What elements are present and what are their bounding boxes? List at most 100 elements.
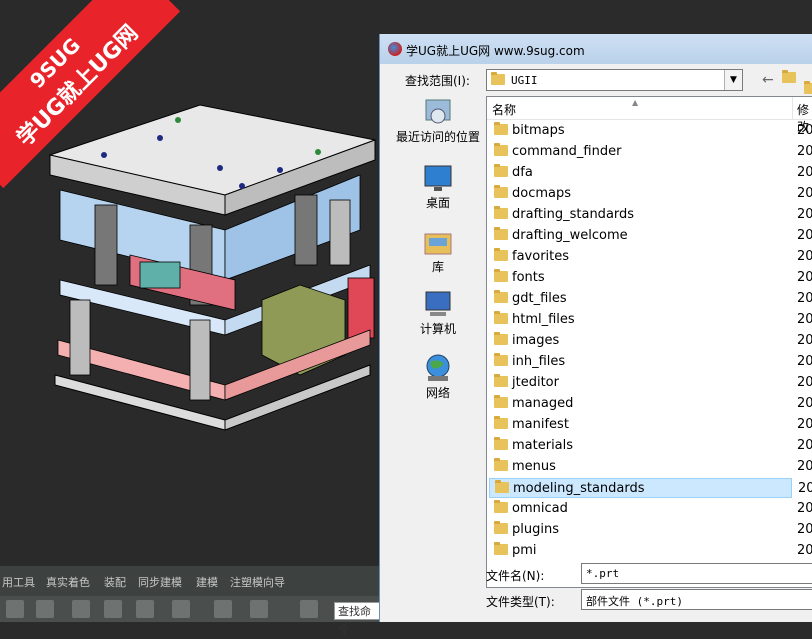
save-icon[interactable] (36, 600, 54, 618)
folder-row[interactable]: fonts 20 (489, 268, 812, 288)
folder-modified: 20 (797, 249, 812, 264)
folder-icon (494, 416, 508, 429)
tab-true-shading[interactable]: 真实着色 (46, 574, 90, 590)
desktop-icon (424, 165, 452, 191)
folder-row[interactable]: favorites 20 (489, 247, 812, 267)
folder-modified: 20 (797, 396, 812, 411)
folder-modified: 20 (797, 333, 812, 348)
cad-viewport[interactable]: 9SUG 学UG就上UG网 (0, 0, 380, 566)
folder-modified: 20 (797, 459, 812, 474)
chevron-down-icon[interactable]: ▼ (724, 70, 742, 90)
tab-modeling[interactable]: 建模 (196, 574, 218, 590)
look-in-label: 查找范围(I): (405, 74, 470, 88)
folder-icon (494, 374, 508, 387)
folder-name: command_finder (512, 144, 622, 159)
tab-assembly[interactable]: 装配 (104, 574, 126, 590)
folder-row[interactable]: pmi 20 (489, 541, 812, 561)
folder-row[interactable]: docmaps 20 (489, 184, 812, 204)
info-icon[interactable] (300, 600, 318, 618)
folder-row[interactable]: drafting_welcome 20 (489, 226, 812, 246)
folder-modified: 20 (798, 481, 812, 496)
place-network[interactable]: 网络 (390, 352, 486, 401)
brush-icon[interactable] (250, 600, 268, 618)
folder-row[interactable]: manifest 20 (489, 415, 812, 435)
new-folder-icon[interactable] (804, 81, 812, 94)
folder-row[interactable]: plugins 20 (489, 520, 812, 540)
folder-name: drafting_welcome (512, 228, 628, 243)
folder-name: drafting_standards (512, 207, 635, 222)
folder-icon (494, 269, 508, 282)
folder-modified: 20 (797, 375, 812, 390)
tab-tools[interactable]: 用工具 (2, 574, 35, 590)
folder-modified: 20 (797, 438, 812, 453)
filename-label: 文件名(N): (486, 569, 545, 583)
folder-name: pmi (512, 543, 537, 558)
folder-row[interactable]: gdt_files 20 (489, 289, 812, 309)
undo-icon[interactable] (172, 600, 190, 618)
place-library[interactable]: 库 (390, 226, 486, 275)
folder-row[interactable]: inh_files 20 (489, 352, 812, 372)
folder-icon (494, 353, 508, 366)
tab-mold-wizard[interactable]: 注塑模向导 (230, 574, 285, 590)
folder-icon (494, 185, 508, 198)
copy-icon[interactable] (104, 600, 122, 618)
command-search-input[interactable]: 查找命令 (334, 602, 380, 636)
back-arrow-icon[interactable]: ← (762, 72, 774, 88)
recent-places-icon (425, 99, 451, 124)
filename-input[interactable]: *.prt (581, 563, 812, 584)
file-list-header: 名称 ▲ 修改 (487, 97, 812, 134)
cut-icon[interactable] (72, 600, 90, 618)
folder-row[interactable]: materials 20 (489, 436, 812, 456)
folder-name: favorites (512, 249, 570, 264)
app-logo-icon (388, 42, 402, 56)
folder-row[interactable]: jteditor 20 (489, 373, 812, 393)
folder-row[interactable]: command_finder 20 (489, 142, 812, 162)
folder-icon (494, 395, 508, 408)
folder-icon (494, 206, 508, 219)
folder-row[interactable]: managed 20 (489, 394, 812, 414)
folder-name: plugins (512, 522, 559, 537)
tab-sync-modeling[interactable]: 同步建模 (138, 574, 182, 590)
folder-row[interactable]: modeling_standards 20 (489, 478, 812, 498)
place-recent[interactable]: 最近访问的位置 (390, 96, 486, 145)
folder-icon (494, 458, 508, 471)
redo-icon[interactable] (214, 600, 232, 618)
folder-name: omnicad (512, 501, 568, 516)
place-desktop[interactable]: 桌面 (390, 162, 486, 211)
column-divider[interactable] (792, 97, 793, 119)
folder-icon (494, 500, 508, 513)
folder-modified: 20 (797, 228, 812, 243)
folder-row[interactable]: bitmaps 20 (489, 121, 812, 141)
folder-icon (494, 164, 508, 177)
folder-row[interactable]: menus 20 (489, 457, 812, 477)
folder-modified: 20 (797, 123, 812, 138)
folder-modified: 20 (797, 417, 812, 432)
folder-row[interactable]: images 20 (489, 331, 812, 351)
folder-icon (494, 437, 508, 450)
folder-name: gdt_files (512, 291, 567, 306)
up-folder-icon[interactable] (782, 70, 796, 83)
gear-icon[interactable] (6, 600, 24, 618)
folder-icon (494, 521, 508, 534)
folder-name: images (512, 333, 560, 348)
folder-modified: 20 (797, 522, 812, 537)
column-header-name[interactable]: 名称 (492, 101, 516, 118)
place-computer[interactable]: 计算机 (390, 288, 486, 337)
dialog-titlebar[interactable]: 学UG就上UG网 www.9sug.com (380, 34, 812, 64)
folder-icon (494, 311, 508, 324)
folder-row[interactable]: dfa 20 (489, 163, 812, 183)
place-computer-label: 计算机 (419, 322, 456, 336)
folder-icon (491, 72, 505, 85)
filetype-select[interactable]: 部件文件 (*.prt) (581, 589, 812, 610)
folder-name: dfa (512, 165, 533, 180)
folder-name: materials (512, 438, 574, 453)
folder-name: inh_files (512, 354, 566, 369)
folder-row[interactable]: drafting_standards 20 (489, 205, 812, 225)
file-list[interactable]: 名称 ▲ 修改 bitmaps 20 command_finder 20 dfa 20 do… (486, 96, 812, 588)
folder-row[interactable]: omnicad 20 (489, 499, 812, 519)
look-in-combo[interactable]: UGII ▼ (486, 69, 743, 91)
paste-icon[interactable] (136, 600, 154, 618)
folder-name: modeling_standards (513, 481, 645, 496)
folder-row[interactable]: html_files 20 (489, 310, 812, 330)
folder-modified: 20 (797, 501, 812, 516)
